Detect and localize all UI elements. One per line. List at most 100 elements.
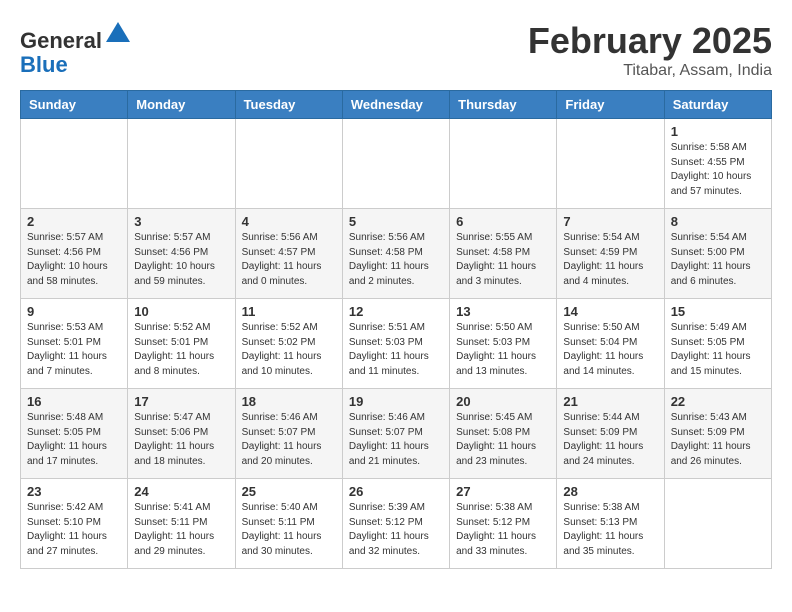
month-title: February 2025: [528, 20, 772, 62]
calendar-cell: 25 Sunrise: 5:40 AM Sunset: 5:11 PM Dayli…: [235, 479, 342, 569]
day-info: Sunrise: 5:57 AM Sunset: 4:56 PM Dayligh…: [134, 231, 228, 289]
day-number: 25: [242, 484, 336, 499]
day-info: Sunrise: 5:54 AM Sunset: 4:59 PM Dayligh…: [563, 231, 657, 289]
day-info: Sunrise: 5:50 AM Sunset: 5:03 PM Dayligh…: [456, 321, 550, 379]
calendar-day-header: Sunday: [21, 91, 128, 119]
day-info: Sunrise: 5:56 AM Sunset: 4:57 PM Dayligh…: [242, 231, 336, 289]
calendar-cell: 2 Sunrise: 5:57 AM Sunset: 4:56 PM Daylig…: [21, 209, 128, 299]
calendar-cell: 24 Sunrise: 5:41 AM Sunset: 5:11 PM Dayli…: [128, 479, 235, 569]
calendar-cell: [128, 119, 235, 209]
calendar-cell: 19Sunrise: 5:46 AM Sunset: 5:07 PM Dayli…: [342, 389, 449, 479]
calendar-cell: 4 Sunrise: 5:56 AM Sunset: 4:57 PM Daylig…: [235, 209, 342, 299]
day-info: Sunrise: 5:49 AM Sunset: 5:05 PM Dayligh…: [671, 321, 765, 379]
logo-icon: [104, 20, 132, 48]
calendar-day-header: Monday: [128, 91, 235, 119]
day-number: 27: [456, 484, 550, 499]
day-number: 22: [671, 394, 765, 409]
day-info: Sunrise: 5:57 AM Sunset: 4:56 PM Dayligh…: [27, 231, 121, 289]
calendar-cell: 23 Sunrise: 5:42 AM Sunset: 5:10 PM Dayli…: [21, 479, 128, 569]
calendar-cell: 22 Sunrise: 5:43 AM Sunset: 5:09 PM Dayli…: [664, 389, 771, 479]
calendar-cell: 26 Sunrise: 5:39 AM Sunset: 5:12 PM Dayli…: [342, 479, 449, 569]
day-info: Sunrise: 5:52 AM Sunset: 5:01 PM Dayligh…: [134, 321, 228, 379]
day-info: Sunrise: 5:41 AM Sunset: 5:11 PM Dayligh…: [134, 501, 228, 559]
calendar-day-header: Friday: [557, 91, 664, 119]
location-subtitle: Titabar, Assam, India: [528, 62, 772, 80]
calendar-cell: 11 Sunrise: 5:52 AM Sunset: 5:02 PM Dayli…: [235, 299, 342, 389]
day-number: 12: [349, 304, 443, 319]
calendar-header-row: SundayMondayTuesdayWednesdayThursdayFrid…: [21, 91, 772, 119]
calendar-cell: 28 Sunrise: 5:38 AM Sunset: 5:13 PM Dayli…: [557, 479, 664, 569]
day-number: 13: [456, 304, 550, 319]
calendar-cell: 15 Sunrise: 5:49 AM Sunset: 5:05 PM Dayli…: [664, 299, 771, 389]
calendar-cell: 18 Sunrise: 5:46 AM Sunset: 5:07 PM Dayli…: [235, 389, 342, 479]
logo-general: General: [20, 28, 102, 53]
calendar-cell: [664, 479, 771, 569]
calendar-cell: 20Sunrise: 5:45 AM Sunset: 5:08 PM Dayli…: [450, 389, 557, 479]
calendar-cell: 21Sunrise: 5:44 AM Sunset: 5:09 PM Dayli…: [557, 389, 664, 479]
day-info: Sunrise: 5:38 AM Sunset: 5:13 PM Dayligh…: [563, 501, 657, 559]
day-info: Sunrise: 5:39 AM Sunset: 5:12 PM Dayligh…: [349, 501, 443, 559]
day-number: 17: [134, 394, 228, 409]
calendar-cell: 17 Sunrise: 5:47 AM Sunset: 5:06 PM Dayli…: [128, 389, 235, 479]
day-number: 26: [349, 484, 443, 499]
day-info: Sunrise: 5:58 AM Sunset: 4:55 PM Dayligh…: [671, 141, 765, 199]
calendar-cell: 27 Sunrise: 5:38 AM Sunset: 5:12 PM Dayli…: [450, 479, 557, 569]
calendar-week-row: 9 Sunrise: 5:53 AM Sunset: 5:01 PM Daylig…: [21, 299, 772, 389]
logo-blue: Blue: [20, 52, 68, 77]
day-number: 28: [563, 484, 657, 499]
day-number: 24: [134, 484, 228, 499]
day-number: 4: [242, 214, 336, 229]
day-number: 9: [27, 304, 121, 319]
calendar-cell: 1 Sunrise: 5:58 AM Sunset: 4:55 PM Daylig…: [664, 119, 771, 209]
calendar-cell: [21, 119, 128, 209]
day-info: Sunrise: 5:55 AM Sunset: 4:58 PM Dayligh…: [456, 231, 550, 289]
calendar-cell: 16Sunrise: 5:48 AM Sunset: 5:05 PM Dayli…: [21, 389, 128, 479]
calendar-cell: 5Sunrise: 5:56 AM Sunset: 4:58 PM Daylig…: [342, 209, 449, 299]
day-info: Sunrise: 5:50 AM Sunset: 5:04 PM Dayligh…: [563, 321, 657, 379]
day-info: Sunrise: 5:54 AM Sunset: 5:00 PM Dayligh…: [671, 231, 765, 289]
day-number: 11: [242, 304, 336, 319]
calendar-cell: [235, 119, 342, 209]
calendar-cell: 8Sunrise: 5:54 AM Sunset: 5:00 PM Daylig…: [664, 209, 771, 299]
calendar-cell: 9 Sunrise: 5:53 AM Sunset: 5:01 PM Daylig…: [21, 299, 128, 389]
calendar-cell: 3 Sunrise: 5:57 AM Sunset: 4:56 PM Daylig…: [128, 209, 235, 299]
calendar-table: SundayMondayTuesdayWednesdayThursdayFrid…: [20, 90, 772, 569]
day-number: 18: [242, 394, 336, 409]
calendar-cell: 13 Sunrise: 5:50 AM Sunset: 5:03 PM Dayli…: [450, 299, 557, 389]
day-number: 10: [134, 304, 228, 319]
day-number: 15: [671, 304, 765, 319]
day-number: 2: [27, 214, 121, 229]
day-info: Sunrise: 5:44 AM Sunset: 5:09 PM Dayligh…: [563, 411, 657, 469]
calendar-day-header: Thursday: [450, 91, 557, 119]
day-info: Sunrise: 5:38 AM Sunset: 5:12 PM Dayligh…: [456, 501, 550, 559]
day-number: 23: [27, 484, 121, 499]
day-number: 6: [456, 214, 550, 229]
calendar-week-row: 1 Sunrise: 5:58 AM Sunset: 4:55 PM Daylig…: [21, 119, 772, 209]
day-number: 7: [563, 214, 657, 229]
day-number: 14: [563, 304, 657, 319]
calendar-week-row: 23 Sunrise: 5:42 AM Sunset: 5:10 PM Dayli…: [21, 479, 772, 569]
day-number: 20: [456, 394, 550, 409]
page-header: General Blue February 2025 Titabar, Assa…: [20, 20, 772, 80]
day-info: Sunrise: 5:42 AM Sunset: 5:10 PM Dayligh…: [27, 501, 121, 559]
day-info: Sunrise: 5:53 AM Sunset: 5:01 PM Dayligh…: [27, 321, 121, 379]
calendar-week-row: 2 Sunrise: 5:57 AM Sunset: 4:56 PM Daylig…: [21, 209, 772, 299]
calendar-cell: 6 Sunrise: 5:55 AM Sunset: 4:58 PM Daylig…: [450, 209, 557, 299]
day-number: 3: [134, 214, 228, 229]
calendar-cell: 10 Sunrise: 5:52 AM Sunset: 5:01 PM Dayli…: [128, 299, 235, 389]
day-info: Sunrise: 5:43 AM Sunset: 5:09 PM Dayligh…: [671, 411, 765, 469]
day-info: Sunrise: 5:46 AM Sunset: 5:07 PM Dayligh…: [349, 411, 443, 469]
day-info: Sunrise: 5:47 AM Sunset: 5:06 PM Dayligh…: [134, 411, 228, 469]
day-info: Sunrise: 5:51 AM Sunset: 5:03 PM Dayligh…: [349, 321, 443, 379]
title-block: February 2025 Titabar, Assam, India: [528, 20, 772, 80]
day-number: 5: [349, 214, 443, 229]
calendar-day-header: Wednesday: [342, 91, 449, 119]
calendar-cell: [450, 119, 557, 209]
calendar-cell: [557, 119, 664, 209]
day-info: Sunrise: 5:46 AM Sunset: 5:07 PM Dayligh…: [242, 411, 336, 469]
day-info: Sunrise: 5:40 AM Sunset: 5:11 PM Dayligh…: [242, 501, 336, 559]
day-info: Sunrise: 5:52 AM Sunset: 5:02 PM Dayligh…: [242, 321, 336, 379]
day-info: Sunrise: 5:48 AM Sunset: 5:05 PM Dayligh…: [27, 411, 121, 469]
day-number: 1: [671, 124, 765, 139]
logo: General Blue: [20, 20, 132, 77]
